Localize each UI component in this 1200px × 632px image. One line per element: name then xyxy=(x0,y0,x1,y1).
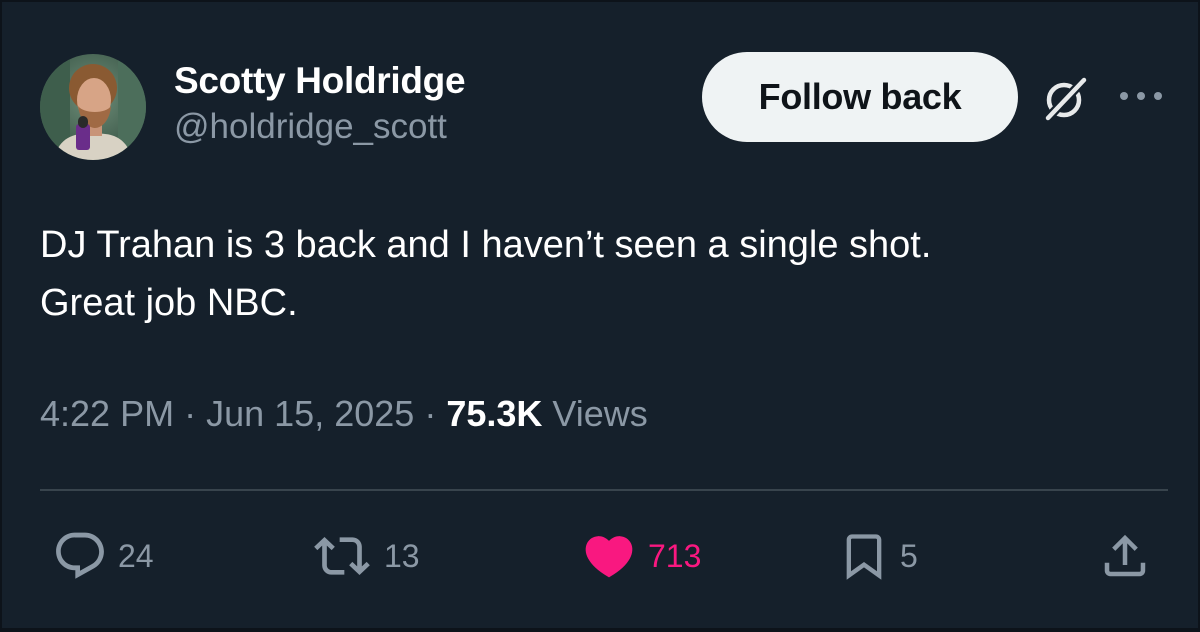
share-button[interactable] xyxy=(1098,528,1152,584)
divider xyxy=(40,489,1168,491)
more-icon[interactable] xyxy=(1118,86,1164,106)
tweet-card: Scotty Holdridge @holdridge_scott Follow… xyxy=(0,0,1200,632)
retweet-button[interactable]: 13 xyxy=(310,528,420,584)
tweet-meta: 4:22 PM · Jun 15, 2025 · 75.3K Views xyxy=(40,390,648,438)
tweet-date[interactable]: Jun 15, 2025 xyxy=(206,393,414,434)
bookmark-icon xyxy=(846,534,882,580)
retweet-icon xyxy=(314,537,370,575)
user-handle[interactable]: @holdridge_scott xyxy=(174,106,465,148)
heart-icon xyxy=(585,536,633,578)
like-count: 713 xyxy=(648,538,702,574)
views-count[interactable]: 75.3K xyxy=(446,393,542,434)
reply-icon xyxy=(56,532,104,579)
tweet-time[interactable]: 4:22 PM xyxy=(40,393,174,434)
retweet-count: 13 xyxy=(384,538,420,574)
like-button[interactable]: 713 xyxy=(580,528,701,584)
tweet-text: DJ Trahan is 3 back and I haven’t seen a… xyxy=(40,216,1170,332)
views-label[interactable]: Views xyxy=(552,393,647,434)
author-block[interactable]: Scotty Holdridge @holdridge_scott xyxy=(174,60,466,148)
bookmark-button[interactable]: 5 xyxy=(838,528,918,584)
meta-separator: · xyxy=(424,393,437,434)
reply-button[interactable]: 24 xyxy=(52,528,154,584)
grok-icon[interactable] xyxy=(1042,74,1090,122)
meta-separator: · xyxy=(184,393,197,434)
avatar-image xyxy=(40,54,146,160)
display-name[interactable]: Scotty Holdridge xyxy=(174,60,466,102)
bookmark-count: 5 xyxy=(900,538,918,574)
bottom-border xyxy=(2,628,1200,632)
tweet-text-line: Great job NBC. xyxy=(40,282,298,324)
tweet-text-line: DJ Trahan is 3 back and I haven’t seen a… xyxy=(40,224,932,266)
share-icon xyxy=(1104,534,1146,577)
avatar[interactable] xyxy=(40,54,146,160)
follow-back-button[interactable]: Follow back xyxy=(702,52,1018,142)
reply-count: 24 xyxy=(118,538,154,574)
